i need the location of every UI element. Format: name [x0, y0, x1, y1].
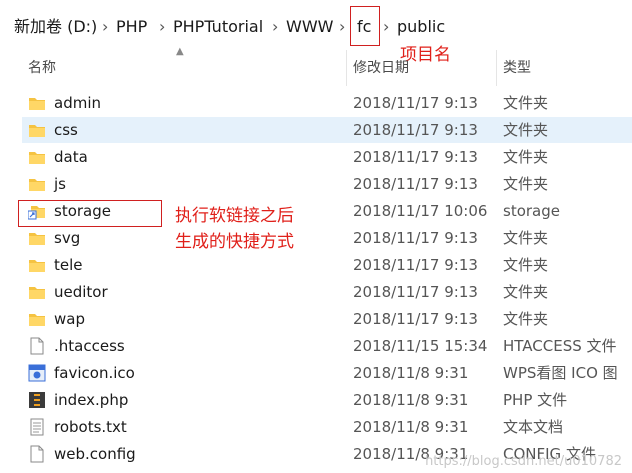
file-type: 文件夹 — [503, 148, 549, 166]
file-type: 文件夹 — [503, 121, 549, 139]
column-header-type[interactable]: 类型 — [503, 58, 531, 78]
breadcrumb-drive[interactable]: 新加卷 (D:) — [14, 16, 97, 38]
folder-icon — [29, 314, 45, 326]
file-date: 2018/11/8 9:31 — [353, 364, 469, 382]
file-name: favicon.ico — [54, 364, 135, 382]
folder-icon — [29, 152, 45, 164]
file-date: 2018/11/17 9:13 — [353, 283, 478, 301]
file-row-css[interactable]: css 2018/11/17 9:13 文件夹 — [22, 117, 632, 143]
file-name: css — [54, 121, 78, 139]
file-row-admin[interactable]: admin 2018/11/17 9:13 文件夹 — [22, 90, 632, 116]
file-type: 文件夹 — [503, 175, 549, 193]
file-icon — [30, 337, 44, 355]
file-row-htaccess[interactable]: .htaccess 2018/11/15 15:34 HTACCESS 文件 — [22, 333, 632, 359]
file-date: 2018/11/8 9:31 — [353, 418, 469, 436]
file-type: 文件夹 — [503, 283, 549, 301]
file-type: 文件夹 — [503, 310, 549, 328]
file-row-tele[interactable]: tele 2018/11/17 9:13 文件夹 — [22, 252, 632, 278]
folder-icon — [29, 125, 45, 137]
file-row-wap[interactable]: wap 2018/11/17 9:13 文件夹 — [22, 306, 632, 332]
file-type: 文件夹 — [503, 256, 549, 274]
breadcrumb-public[interactable]: public — [397, 16, 445, 38]
file-date: 2018/11/17 9:13 — [353, 94, 478, 112]
file-type: WPS看图 ICO 图 — [503, 364, 618, 382]
folder-icon — [29, 98, 45, 110]
file-type: 文件夹 — [503, 94, 549, 112]
file-name: web.config — [54, 445, 136, 463]
file-type: HTACCESS 文件 — [503, 337, 617, 355]
config-file-icon — [30, 445, 44, 463]
file-name: index.php — [54, 391, 129, 409]
folder-icon — [29, 233, 45, 245]
file-type: PHP 文件 — [503, 391, 568, 409]
file-type: 文本文档 — [503, 418, 564, 436]
folder-icon — [29, 260, 45, 272]
column-headers: 名称 修改日期 类型 — [0, 50, 632, 86]
breadcrumb: 新加卷 (D:) › PHP › PHPTutorial › WWW › fc … — [0, 0, 632, 50]
file-name: admin — [54, 94, 101, 112]
watermark: https://blog.csdn.net/u010782 — [425, 454, 622, 469]
breadcrumb-separator[interactable]: › — [383, 16, 389, 38]
breadcrumb-www[interactable]: WWW — [286, 16, 333, 38]
breadcrumb-phptutorial[interactable]: PHPTutorial — [173, 16, 263, 38]
file-date: 2018/11/17 9:13 — [353, 256, 478, 274]
file-row-data[interactable]: data 2018/11/17 9:13 文件夹 — [22, 144, 632, 170]
file-name: js — [54, 175, 66, 193]
file-date: 2018/11/17 9:13 — [353, 148, 478, 166]
symlink-annotation-line2: 生成的快捷方式 — [175, 232, 294, 252]
breadcrumb-separator[interactable]: › — [102, 16, 108, 38]
file-name: wap — [54, 310, 85, 328]
text-file-icon — [30, 418, 44, 436]
column-header-date[interactable]: 修改日期 — [353, 58, 409, 78]
file-row-ueditor[interactable]: ueditor 2018/11/17 9:13 文件夹 — [22, 279, 632, 305]
ico-file-icon — [28, 364, 46, 382]
file-row-js[interactable]: js 2018/11/17 9:13 文件夹 — [22, 171, 632, 197]
breadcrumb-php[interactable]: PHP — [116, 16, 147, 38]
file-name: svg — [54, 229, 81, 247]
column-header-name[interactable]: 名称 — [28, 58, 56, 78]
folder-icon — [29, 179, 45, 191]
file-type: 文件夹 — [503, 229, 549, 247]
file-date: 2018/11/17 9:13 — [353, 121, 478, 139]
file-name: robots.txt — [54, 418, 127, 436]
column-divider[interactable] — [496, 50, 497, 86]
file-date: 2018/11/17 9:13 — [353, 310, 478, 328]
file-date: 2018/11/17 9:13 — [353, 229, 478, 247]
file-name: data — [54, 148, 88, 166]
file-row-svg[interactable]: svg 2018/11/17 9:13 文件夹 — [22, 225, 632, 251]
file-row-robots-txt[interactable]: robots.txt 2018/11/8 9:31 文本文档 — [22, 414, 632, 440]
file-date: 2018/11/17 9:13 — [353, 175, 478, 193]
file-name: ueditor — [54, 283, 108, 301]
folder-icon — [29, 287, 45, 299]
file-row-index-php[interactable]: index.php 2018/11/8 9:31 PHP 文件 — [22, 387, 632, 413]
file-row-favicon[interactable]: favicon.ico 2018/11/8 9:31 WPS看图 ICO 图 — [22, 360, 632, 386]
storage-highlight-box — [18, 200, 162, 227]
php-file-icon — [29, 392, 45, 408]
file-name: .htaccess — [54, 337, 125, 355]
file-date: 2018/11/15 15:34 — [353, 337, 488, 355]
file-date: 2018/11/8 9:31 — [353, 391, 469, 409]
file-date: 2018/11/17 10:06 — [353, 202, 488, 220]
file-type: storage — [503, 202, 560, 220]
symlink-annotation-line1: 执行软链接之后 — [175, 206, 294, 226]
fc-highlight-box — [350, 6, 380, 46]
breadcrumb-separator[interactable]: › — [159, 16, 165, 38]
breadcrumb-separator[interactable]: › — [339, 16, 345, 38]
column-divider[interactable] — [346, 50, 347, 86]
file-name: tele — [54, 256, 83, 274]
breadcrumb-separator[interactable]: › — [272, 16, 278, 38]
